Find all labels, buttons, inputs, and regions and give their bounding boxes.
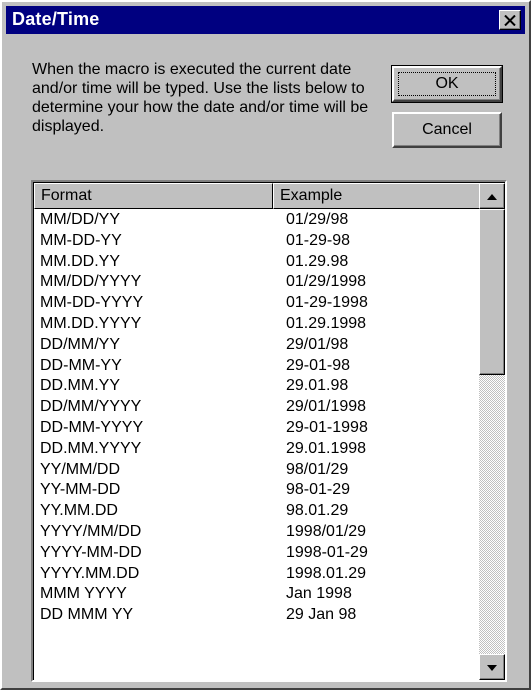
list-item[interactable]: MMM YYYY Jan 1998 (34, 583, 480, 604)
ok-button-label: OK (435, 75, 459, 92)
format-cell: DD MMM YY (40, 606, 134, 624)
close-button[interactable] (499, 10, 521, 30)
example-cell: 29-01-1998 (286, 418, 368, 436)
example-cell: 01.29.1998 (286, 314, 367, 332)
format-cell: MM/DD/YYYY (40, 273, 142, 291)
list-item[interactable]: YY-MM-DD 98-01-29 (34, 479, 480, 500)
scrollbar-thumb[interactable] (479, 209, 505, 375)
format-cell: MM.DD.YYYY (40, 314, 142, 332)
arrow-up-icon (487, 187, 497, 205)
example-cell: 29/01/98 (286, 335, 349, 353)
cancel-button[interactable]: Cancel (392, 112, 502, 148)
format-cell: MM.DD.YY (40, 252, 120, 270)
cancel-button-label: Cancel (422, 121, 472, 138)
format-cell: YYYY.MM.DD (40, 564, 140, 582)
format-cell: DD/MM/YYYY (40, 398, 142, 416)
format-cell: DD.MM.YYYY (40, 439, 142, 457)
format-cell: YY.MM.DD (40, 502, 118, 520)
format-list[interactable]: Format Example MM/DD/YY 01/29/98 MM-DD-YY… (31, 180, 507, 682)
format-cell: DD.MM.YY (40, 377, 120, 395)
date-time-dialog: Date/Time When the macro is executed the… (0, 0, 531, 690)
list-item[interactable]: MM/DD/YYYY 01/29/1998 (34, 271, 480, 292)
window-title: Date/Time (12, 9, 100, 29)
example-cell: 01.29.98 (286, 252, 349, 270)
list-item[interactable]: MM/DD/YY 01/29/98 (34, 209, 480, 230)
example-cell: 01/29/98 (286, 211, 349, 228)
list-item[interactable]: YYYY/MM/DD 1998/01/29 (34, 521, 480, 542)
vertical-scrollbar[interactable] (479, 183, 505, 680)
example-cell: 29-01-98 (286, 356, 351, 374)
example-cell: 29.01.98 (286, 377, 349, 395)
title-bar[interactable]: Date/Time (6, 6, 525, 34)
example-cell: 1998-01-29 (286, 543, 368, 561)
list-item[interactable]: DD-MM-YYYY 29-01-1998 (34, 417, 480, 438)
example-cell: 29.01.1998 (286, 439, 367, 457)
list-item[interactable]: DD MMM YY 29 Jan 98 (34, 604, 480, 625)
example-cell: Jan 1998 (286, 585, 352, 603)
format-cell: MM/DD/YY (40, 211, 120, 228)
example-cell: 01-29-98 (286, 231, 351, 249)
list-item[interactable]: MM-DD-YYYY 01-29-1998 (34, 292, 480, 313)
format-cell: DD/MM/YY (40, 335, 120, 353)
list-item[interactable]: YY/MM/DD 98/01/29 (34, 459, 480, 480)
list-item[interactable]: YYYY-MM-DD 1998-01-29 (34, 542, 480, 563)
example-cell: 98.01.29 (286, 502, 349, 520)
list-rows: MM/DD/YY 01/29/98 MM-DD-YY 01-29-98 MM.DD.… (34, 209, 480, 625)
close-icon (504, 14, 516, 26)
example-cell: 01/29/1998 (286, 273, 367, 291)
list-item[interactable]: DD/MM/YY 29/01/98 (34, 334, 480, 355)
format-cell: DD-MM-YYYY (40, 418, 144, 436)
list-item[interactable]: MM.DD.YYYY 01.29.1998 (34, 313, 480, 334)
example-cell: 29/01/1998 (286, 398, 367, 416)
column-header-example[interactable]: Example (273, 183, 480, 209)
format-cell: YYYY/MM/DD (40, 522, 142, 540)
instructions-text: When the macro is executed the current d… (32, 61, 369, 135)
ok-button[interactable]: OK (391, 65, 503, 103)
list-item[interactable]: DD-MM-YY 29-01-98 (34, 355, 480, 376)
format-cell: YYYY-MM-DD (40, 543, 142, 561)
arrow-down-icon (487, 658, 497, 676)
example-cell: 98-01-29 (286, 481, 351, 499)
example-cell: 01-29-1998 (286, 294, 368, 312)
list-item[interactable]: YYYY.MM.DD 1998.01.29 (34, 563, 480, 584)
list-item[interactable]: DD/MM/YYYY 29/01/1998 (34, 396, 480, 417)
format-cell: DD-MM-YY (40, 356, 122, 374)
format-cell: YY-MM-DD (40, 481, 121, 499)
list-item[interactable]: DD.MM.YY 29.01.98 (34, 375, 480, 396)
scroll-down-button[interactable] (479, 654, 505, 680)
list-item[interactable]: YY.MM.DD 98.01.29 (34, 500, 480, 521)
example-cell: 1998/01/29 (286, 522, 367, 540)
scroll-up-button[interactable] (479, 183, 505, 209)
example-cell: 1998.01.29 (286, 564, 367, 582)
example-cell: 29 Jan 98 (286, 606, 357, 624)
format-cell: MM-DD-YY (40, 231, 122, 249)
list-item[interactable]: DD.MM.YYYY 29.01.1998 (34, 438, 480, 459)
format-cell: MMM YYYY (40, 585, 127, 603)
list-item[interactable]: MM-DD-YY 01-29-98 (34, 230, 480, 251)
column-header-format[interactable]: Format (34, 183, 273, 209)
format-cell: MM-DD-YYYY (40, 294, 144, 312)
format-cell: YY/MM/DD (40, 460, 120, 478)
example-cell: 98/01/29 (286, 460, 349, 478)
list-item[interactable]: MM.DD.YY 01.29.98 (34, 251, 480, 272)
